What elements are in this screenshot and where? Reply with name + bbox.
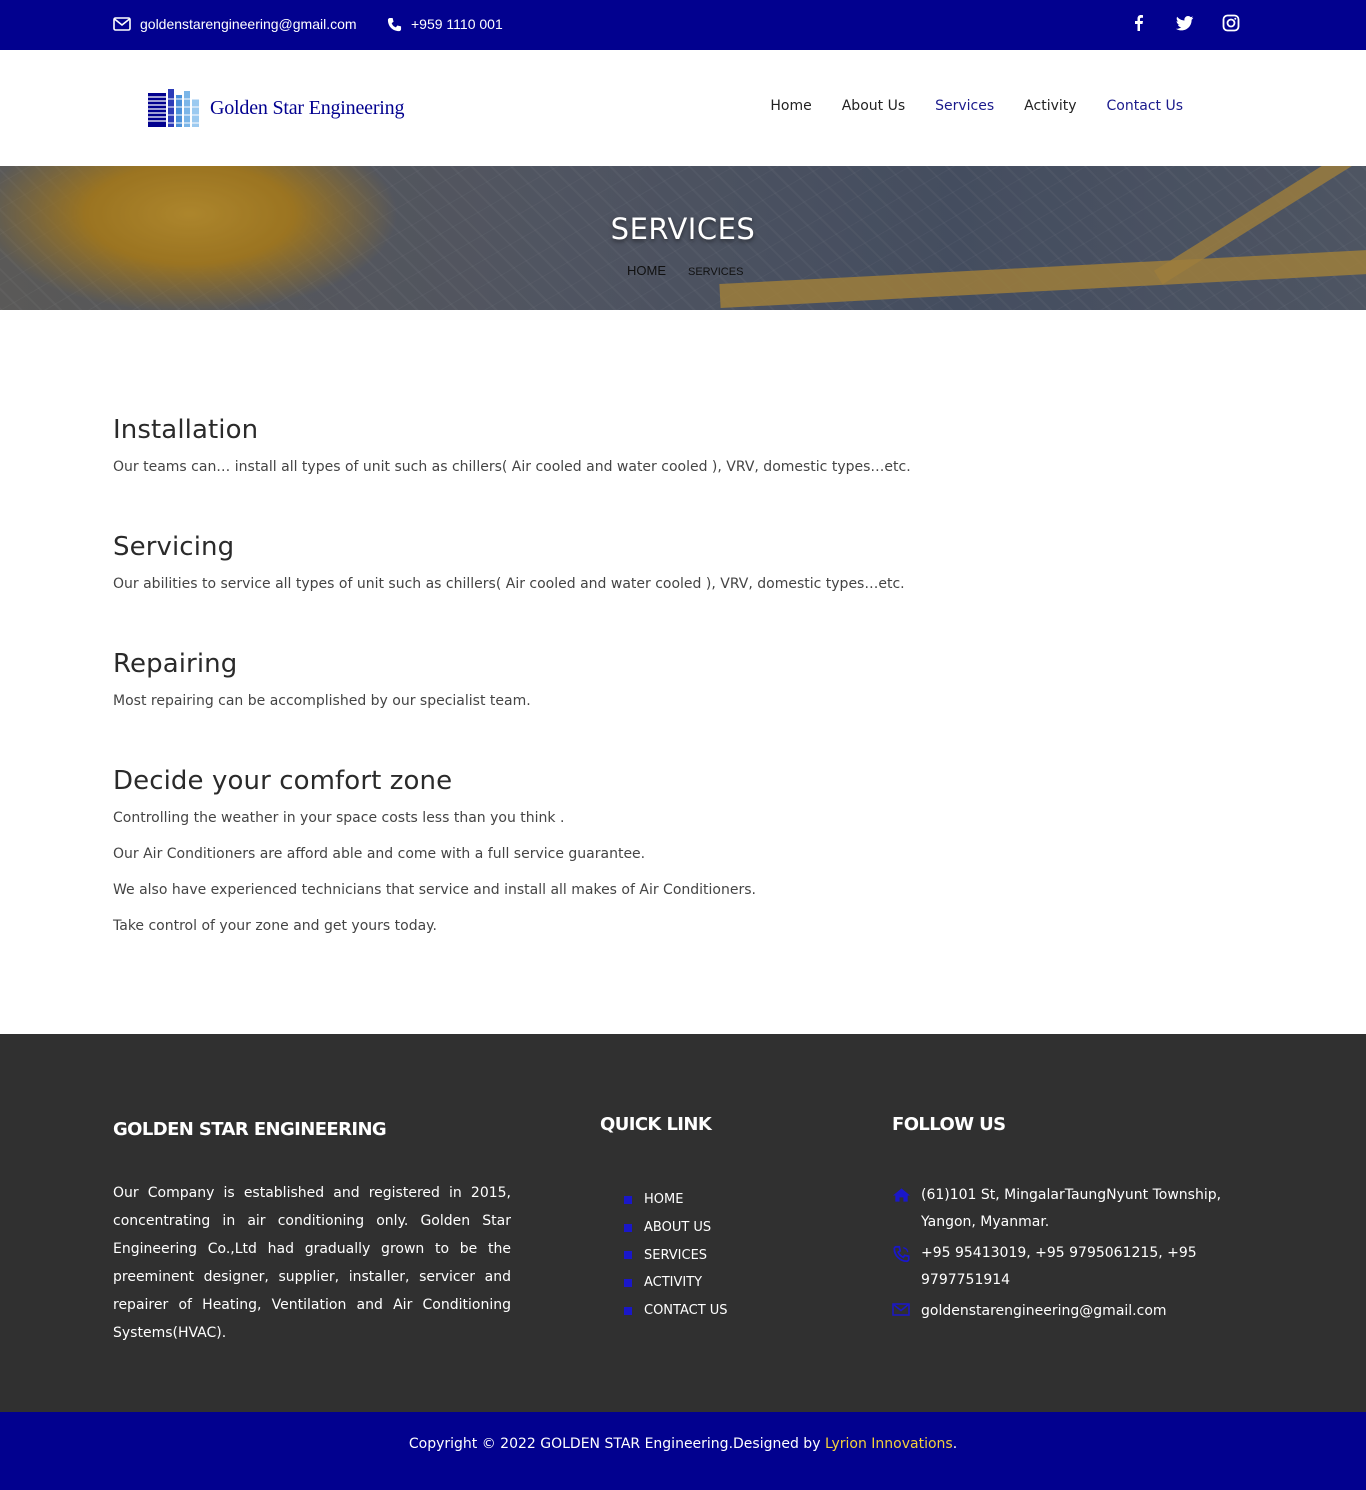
nav-activity[interactable]: Activity [1024,98,1076,114]
section-text: Take control of your zone and get yours … [113,918,437,934]
site-logo[interactable]: Golden Star Engineering [146,87,404,129]
footer-link-label: HOME [644,1192,684,1208]
footer-link-contact-us[interactable]: CONTACT US [624,1297,728,1325]
section-text: Our Air Conditioners are afford able and… [113,846,646,862]
envelope-icon [113,17,131,31]
copyright-label: Copyright © 2022 GOLDEN STAR Engineering… [408,1436,821,1452]
social-links [1130,14,1240,32]
copyright-text: Copyright © 2022 GOLDEN STAR Engineering… [0,1412,1366,1452]
phone-icon [387,17,402,32]
bullet-icon [624,1251,632,1260]
section-heading: Servicing [113,532,235,562]
copyright-bar: Copyright © 2022 GOLDEN STAR Engineering… [0,1412,1366,1490]
section-text: Controlling the weather in your space co… [113,810,565,826]
topbar-phone-text: +959 1110 001 [411,16,503,32]
footer-link-about-us[interactable]: ABOUT US [624,1214,728,1242]
section-comfort-zone: Decide your comfort zone Controlling the… [113,766,756,934]
main-nav: Home About Us Services Activity Contact … [770,98,1183,114]
twitter-icon[interactable] [1176,14,1194,32]
breadcrumb-home[interactable]: HOME [627,263,666,278]
footer-link-label: ACTIVITY [644,1275,703,1291]
footer-link-label: ABOUT US [644,1220,712,1236]
phone-icon [892,1245,911,1263]
footer-link-activity[interactable]: ACTIVITY [624,1269,728,1297]
section-text: Our abilities to service all types of un… [113,576,905,592]
footer-link-label: SERVICES [644,1247,708,1263]
section-servicing: Servicing Our abilities to service all t… [113,532,905,592]
nav-home[interactable]: Home [770,98,811,114]
nav-about-us[interactable]: About Us [842,98,905,114]
section-text: Our teams can… install all types of unit… [113,459,911,475]
section-heading: Decide your comfort zone [113,766,453,796]
nav-contact-us[interactable]: Contact Us [1107,98,1183,114]
home-icon [892,1187,911,1203]
page-banner: SERVICES HOME SERVICES [0,166,1366,310]
bullet-icon [624,1278,632,1287]
section-repairing: Repairing Most repairing can be accompli… [113,649,531,709]
footer-contact-info: (61)101 St, MingalarTaungNyunt Township,… [892,1182,1242,1329]
footer-address-text: (61)101 St, MingalarTaungNyunt Township,… [921,1187,1222,1230]
section-installation: Installation Our teams can… install all … [113,415,911,475]
page-title: SERVICES [610,212,756,246]
nav-services[interactable]: Services [935,98,994,114]
section-heading: Repairing [113,649,238,679]
footer-phones: +95 95413019, +95 9795061215, +95 979775… [892,1240,1242,1294]
main-header: Golden Star Engineering Home About Us Se… [0,50,1366,166]
section-heading: Installation [113,415,259,445]
footer-phones-text: +95 95413019, +95 9795061215, +95 979775… [921,1245,1197,1288]
envelope-icon [892,1303,910,1316]
site-footer: GOLDEN STAR ENGINEERING Our Company is e… [0,1034,1366,1412]
top-bar: goldenstarengineering@gmail.com +959 111… [0,0,1366,50]
topbar-email[interactable]: goldenstarengineering@gmail.com [113,16,357,32]
footer-link-home[interactable]: HOME [624,1186,728,1214]
logo-text: Golden Star Engineering [210,96,405,119]
bullet-icon [624,1306,632,1315]
footer-address: (61)101 St, MingalarTaungNyunt Township,… [892,1182,1242,1236]
footer-email[interactable]: goldenstarengineering@gmail.com [892,1298,1242,1325]
section-text: We also have experienced technicians tha… [113,882,756,898]
topbar-email-text: goldenstarengineering@gmail.com [140,16,357,32]
instagram-icon[interactable] [1222,14,1240,32]
footer-follow-title: FOLLOW US [892,1114,1006,1135]
breadcrumb-current: SERVICES [688,266,744,278]
footer-about-text: Our Company is established and registere… [113,1185,511,1341]
facebook-icon[interactable] [1130,14,1148,32]
footer-email-text: goldenstarengineering@gmail.com [921,1303,1167,1319]
topbar-phone[interactable]: +959 1110 001 [387,16,503,32]
copyright-end: . [952,1436,958,1452]
section-text: Most repairing can be accomplished by ou… [113,693,531,709]
footer-link-services[interactable]: SERVICES [624,1241,728,1269]
footer-quick-link-title: QUICK LINK [600,1114,712,1135]
bullet-icon [624,1195,632,1204]
footer-company-title: GOLDEN STAR ENGINEERING [113,1119,387,1140]
footer-link-label: CONTACT US [644,1303,728,1319]
building-logo-icon [146,87,202,129]
footer-quick-links: HOME ABOUT US SERVICES ACTIVITY CONTACT … [624,1186,728,1324]
bullet-icon [624,1223,632,1232]
breadcrumb: HOME SERVICES [627,263,743,278]
designer-link[interactable]: Lyrion Innovations [825,1436,953,1452]
